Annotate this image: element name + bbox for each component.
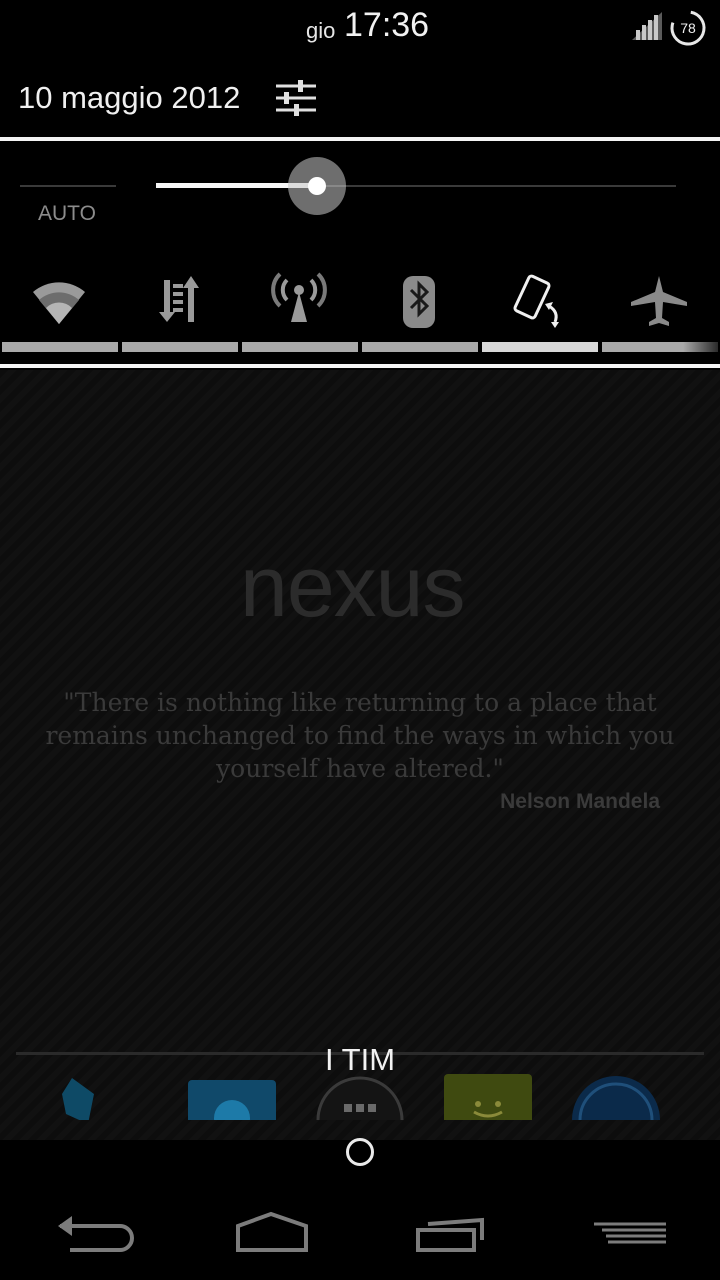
menu-icon	[594, 1222, 666, 1244]
back-button[interactable]	[46, 1200, 136, 1270]
dock-app-1[interactable]	[58, 1074, 102, 1120]
toggle-wifi-indicator	[2, 342, 118, 352]
toggle-hotspot[interactable]	[240, 262, 358, 358]
app-icon	[62, 1078, 94, 1120]
panel-divider	[0, 364, 720, 368]
hotspot-icon	[271, 272, 327, 322]
toggle-hotspot-indicator	[242, 342, 358, 352]
auto-brightness-line	[20, 185, 116, 187]
battery-level: 78	[680, 20, 696, 36]
nexus-logo: nexus	[240, 539, 465, 635]
recent-apps-icon	[416, 1217, 484, 1252]
signal-strength-icon	[632, 12, 662, 40]
toggle-auto-rotate[interactable]	[480, 262, 598, 358]
recent-apps-button[interactable]	[406, 1200, 496, 1270]
dock-app-4[interactable]	[572, 1074, 660, 1120]
app-icon	[444, 1074, 532, 1120]
battery-icon: 78	[668, 8, 708, 48]
page-indicator	[346, 1138, 374, 1166]
home-icon	[236, 1211, 308, 1252]
toggle-mobile-data[interactable]	[120, 262, 238, 358]
toggle-bluetooth-indicator	[362, 342, 478, 352]
home-button[interactable]	[226, 1200, 316, 1270]
auto-brightness-toggle[interactable]: AUTO	[38, 202, 96, 226]
carrier-label: I TIM	[325, 1042, 396, 1077]
toggle-airplane-mode-indicator	[602, 342, 718, 352]
app-drawer-icon	[316, 1076, 404, 1120]
clock-time: 17:36	[344, 6, 430, 44]
airplane-icon	[631, 276, 687, 326]
header-divider	[0, 137, 720, 141]
dock-app-3[interactable]	[444, 1074, 532, 1120]
app-drawer-button[interactable]	[314, 1074, 406, 1120]
quote-text: "There is nothing like returning to a pl…	[45, 688, 675, 783]
toggle-airplane-mode[interactable]	[600, 262, 718, 358]
quick-settings-icon[interactable]	[272, 74, 320, 122]
clock-day: gio	[306, 18, 336, 43]
app-icon	[188, 1080, 276, 1120]
back-icon	[58, 1216, 134, 1252]
toggle-wifi[interactable]	[0, 262, 118, 358]
quote-author: Nelson Mandela	[500, 790, 660, 813]
bluetooth-icon	[403, 276, 435, 328]
wifi-icon	[33, 282, 85, 324]
toggle-bluetooth[interactable]	[360, 262, 478, 358]
auto-rotate-icon	[513, 274, 559, 328]
mobile-data-icon	[159, 276, 199, 322]
date-text: 10 maggio 2012	[18, 80, 241, 115]
menu-button[interactable]	[586, 1200, 676, 1270]
dock-app-2[interactable]	[188, 1074, 276, 1120]
toggle-auto-rotate-indicator	[482, 342, 598, 352]
app-icon	[572, 1076, 660, 1120]
toggle-mobile-data-indicator	[122, 342, 238, 352]
